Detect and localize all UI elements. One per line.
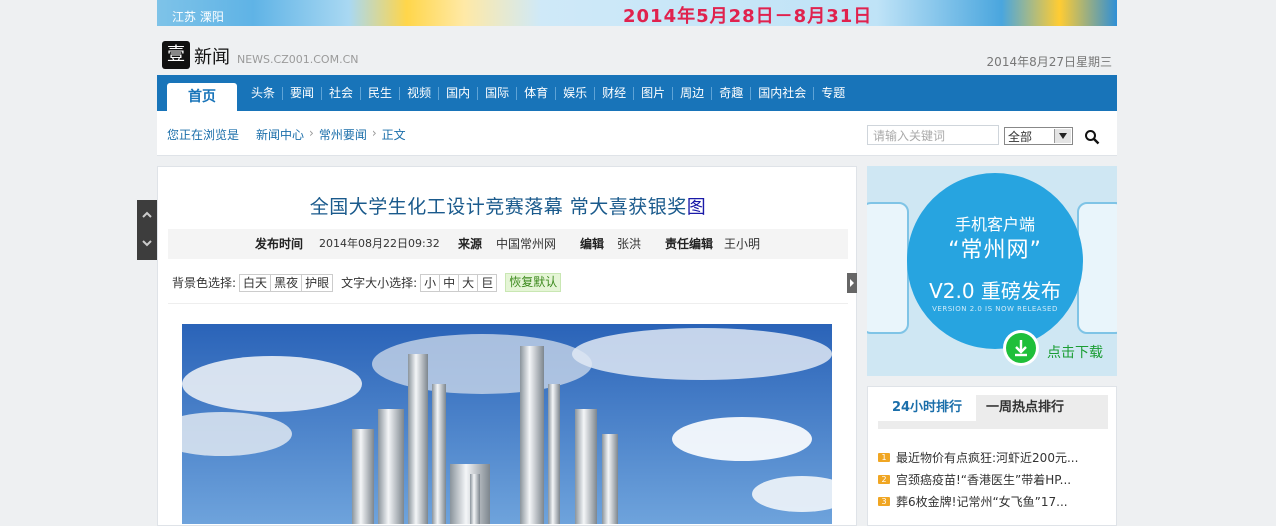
nav-item[interactable]: 民生 xyxy=(360,86,399,100)
nav-home-tab[interactable]: 首页 xyxy=(167,83,237,111)
restore-default-button[interactable]: 恢复默认 xyxy=(505,273,562,292)
nav-item[interactable]: 财经 xyxy=(594,86,633,100)
font-size-label: 文字大小选择: xyxy=(341,276,418,290)
nav-item[interactable]: 国内社会 xyxy=(750,86,813,100)
editor-label: 编辑 xyxy=(580,237,605,251)
nav-item[interactable]: 奇趣 xyxy=(711,86,750,100)
search-scope-select[interactable]: 全部 xyxy=(1004,127,1073,145)
ad-line2: “常州网” xyxy=(948,238,1042,263)
chevron-right-icon: › xyxy=(309,126,314,140)
site-url: NEWS.CZ001.COM.CN xyxy=(237,53,359,66)
reading-options: 背景色选择: 白天 黑夜 护眼 文字大小选择: 小 中 大 巨 恢复默认 xyxy=(172,273,562,292)
ad-line3: V2.0 重磅发布 xyxy=(929,279,1061,303)
ranking-panel: 24小时排行 一周热点排行 1 最近物价有点疯狂:河虾近200元... 2 宫颈… xyxy=(867,386,1117,526)
bg-color-label: 背景色选择: xyxy=(172,276,237,290)
nav-items: 头条 要闻 社会 民生 视频 国内 国际 体育 娱乐 财经 图片 周边 奇趣 国… xyxy=(245,75,852,111)
banner-date-range: 2014年5月28日－8月31日 xyxy=(623,6,873,27)
font-option-small[interactable]: 小 xyxy=(421,275,439,291)
scroll-arrows xyxy=(137,200,157,260)
rank-badge: 2 xyxy=(878,475,890,484)
chevron-down-icon[interactable] xyxy=(1054,129,1071,143)
article-photo[interactable] xyxy=(182,324,832,524)
nav-item[interactable]: 娱乐 xyxy=(555,86,594,100)
ranking-list: 1 最近物价有点疯狂:河虾近200元... 2 宫颈癌疫苗!“香港医生”带着HP… xyxy=(878,447,1078,513)
nav-item[interactable]: 视频 xyxy=(399,86,438,100)
nav-item[interactable]: 要闻 xyxy=(282,86,321,100)
list-item[interactable]: 1 最近物价有点疯狂:河虾近200元... xyxy=(878,447,1078,469)
chief-editor-value: 王小明 xyxy=(724,237,761,251)
nav-item[interactable]: 体育 xyxy=(516,86,555,100)
bg-color-options: 白天 黑夜 护眼 xyxy=(239,273,334,292)
nav-item[interactable]: 国内 xyxy=(438,86,477,100)
header-date: 2014年8月27日星期三 xyxy=(986,55,1112,69)
bg-option-eye[interactable]: 护眼 xyxy=(301,274,332,291)
app-download-ad[interactable]: 手机客户端 “常州网” V2.0 重磅发布 VERSION 2.0 IS NOW… xyxy=(867,166,1117,376)
article-title-photo-tag: 图 xyxy=(686,196,707,218)
ad-line4: VERSION 2.0 IS NOW RELEASED xyxy=(932,305,1058,313)
chevron-down-icon[interactable] xyxy=(141,237,153,249)
search-scope-value: 全部 xyxy=(1008,130,1033,144)
breadcrumb-item[interactable]: 新闻中心 xyxy=(256,126,304,143)
list-item-text[interactable]: 宫颈癌疫苗!“香港医生”带着HP... xyxy=(896,473,1071,487)
breadcrumb: 您正在浏览是 新闻中心 › 常州要闻 › 正文 xyxy=(167,126,406,143)
nav-item[interactable]: 图片 xyxy=(633,86,672,100)
publish-time-label: 发布时间 xyxy=(255,237,304,251)
article-title-text: 全国大学生化工设计竞赛落幕 常大喜获银奖 xyxy=(309,196,687,218)
breadcrumb-bar: 您正在浏览是 新闻中心 › 常州要闻 › 正文 请输入关键词 全部 xyxy=(157,111,1117,156)
nav-item[interactable]: 社会 xyxy=(321,86,360,100)
list-item-text[interactable]: 葬6枚金牌!记常州“女飞鱼”17... xyxy=(896,495,1068,509)
chief-editor-label: 责任编辑 xyxy=(665,237,714,251)
side-toggle-tab[interactable] xyxy=(847,273,857,293)
font-size-options: 小 中 大 巨 xyxy=(420,273,498,292)
font-option-huge[interactable]: 巨 xyxy=(477,274,496,291)
bg-option-day[interactable]: 白天 xyxy=(240,275,270,291)
breadcrumb-label: 您正在浏览是 xyxy=(167,128,240,142)
source-label: 来源 xyxy=(458,237,483,251)
list-item[interactable]: 3 葬6枚金牌!记常州“女飞鱼”17... xyxy=(878,491,1078,513)
article-panel: 全国大学生化工设计竞赛落幕 常大喜获银奖图 发布时间 2014年08月22日09… xyxy=(157,166,857,526)
search-input[interactable]: 请输入关键词 xyxy=(867,125,999,145)
nav-item[interactable]: 头条 xyxy=(245,86,282,100)
chevron-right-icon: › xyxy=(371,126,377,140)
download-icon[interactable] xyxy=(1003,330,1039,366)
download-link[interactable]: 点击下载 xyxy=(1047,342,1103,362)
article-meta: 发布时间 2014年08月22日09:32 来源 中国常州网 编辑 张洪 责任编… xyxy=(168,229,848,259)
publish-time-value: 2014年08月22日09:32 xyxy=(319,237,440,250)
list-item[interactable]: 2 宫颈癌疫苗!“香港医生”带着HP... xyxy=(878,469,1078,491)
nav-item[interactable]: 国际 xyxy=(477,86,516,100)
editor-value: 张洪 xyxy=(617,237,642,251)
nav-item[interactable]: 周边 xyxy=(672,86,711,100)
nav-item[interactable]: 专题 xyxy=(813,86,852,100)
site-logo-icon[interactable]: 壹 xyxy=(162,41,190,69)
divider xyxy=(168,303,848,304)
rank-badge: 1 xyxy=(878,453,890,462)
breadcrumb-item[interactable]: 常州要闻 xyxy=(319,126,367,143)
bg-option-night[interactable]: 黑夜 xyxy=(270,274,301,291)
main-nav: 首页 头条 要闻 社会 民生 视频 国内 国际 体育 娱乐 财经 图片 周边 奇… xyxy=(157,75,1117,111)
chevron-up-icon[interactable] xyxy=(141,209,153,221)
top-banner-ad[interactable]: 江苏 溧阳 2014年5月28日－8月31日 xyxy=(157,0,1117,27)
tab-weekly-ranking[interactable]: 一周热点排行 xyxy=(986,395,1086,421)
breadcrumb-item[interactable]: 正文 xyxy=(382,126,406,143)
font-option-medium[interactable]: 中 xyxy=(439,274,458,291)
tab-24h-ranking[interactable]: 24小时排行 xyxy=(878,395,976,421)
article-title: 全国大学生化工设计竞赛落幕 常大喜获银奖图 xyxy=(158,192,858,219)
font-option-large[interactable]: 大 xyxy=(458,274,477,291)
list-item-text[interactable]: 最近物价有点疯狂:河虾近200元... xyxy=(896,451,1078,465)
source-value: 中国常州网 xyxy=(496,237,557,251)
site-logo-text[interactable]: 新闻 xyxy=(194,43,230,69)
search-icon[interactable] xyxy=(1084,129,1100,145)
banner-location: 江苏 溧阳 xyxy=(172,10,224,24)
